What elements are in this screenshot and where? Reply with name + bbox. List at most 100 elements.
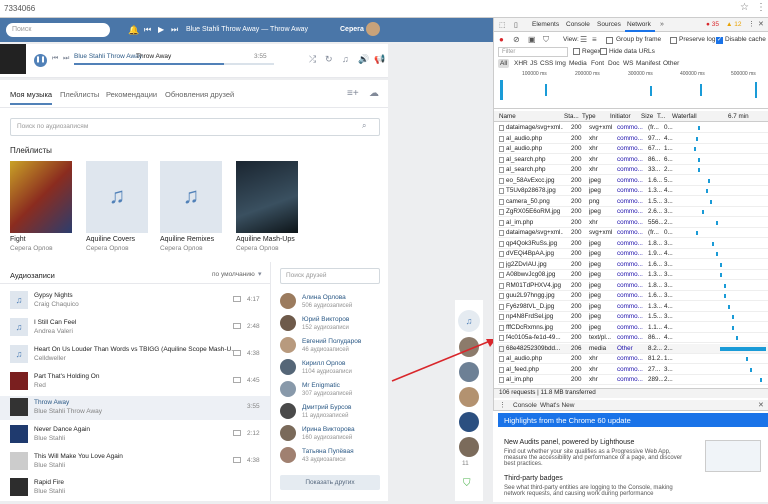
regex-checkbox[interactable] [573,48,580,55]
sort-dropdown[interactable]: по умолчанию [212,271,255,278]
network-row[interactable]: Fy6z98tVL_D.jpg 200 jpeg commo... 1.3... 4... [498,302,768,312]
type-filter-img[interactable]: Img [555,60,566,67]
type-filter-ws[interactable]: WS [623,60,633,67]
cell-init[interactable]: commo... [617,366,647,373]
friend-item[interactable]: Алина Орлова 506 аудиозаписей [280,293,385,315]
friend-item[interactable]: Кирилл Орлов 1104 аудиозаписи [280,359,385,381]
friend-item[interactable]: Евгений Полударов 46 аудиозаписей [280,337,385,359]
cell-name[interactable]: dVEQi4BpAA.jpg [506,250,563,257]
filter-icon[interactable]: ⛉ [543,35,549,45]
cell-name[interactable]: ZgRX05E6oRM.jpg [506,208,563,215]
preserve-log-checkbox[interactable] [670,37,677,44]
broadcast-icon[interactable]: 📢 [374,54,385,65]
tab-elements[interactable]: Elements [532,21,559,28]
shield-icon[interactable]: ⛉ [463,478,471,489]
track-row-playing[interactable]: Throw Away Blue Stahli Throw Away 3:55 [10,398,260,424]
lyrics-icon[interactable] [233,377,241,383]
track-artist[interactable]: Celldweller [34,355,66,362]
cell-init[interactable]: commo... [617,282,647,289]
inspect-icon[interactable]: ⬚ [499,21,506,29]
shuffle-icon[interactable]: ⤮ [309,54,316,65]
network-row[interactable]: dataimage/svg+xml... 200 svg+xml commo... (f… [498,228,768,238]
friend-name[interactable]: Дмитрий Бурсов [302,404,351,411]
cell-init[interactable]: commo... [617,208,647,215]
next-track-icon[interactable]: ⏭ [63,55,69,63]
playlist-title[interactable]: Aquiline Covers [86,236,135,243]
avatar[interactable] [366,22,380,36]
col-initiator[interactable]: Initiator [610,113,631,120]
cell-init[interactable]: commo... [617,334,647,341]
network-row[interactable]: al_im.php 200 xhr commo... 289... 2... [498,375,768,385]
network-row[interactable]: eo_58AvExcc.jpg 200 jpeg commo... 1.6... 5... [498,176,768,186]
cell-init[interactable]: commo... [617,145,647,152]
drawer-tab-console[interactable]: Console [513,402,537,409]
track-artist[interactable]: Andrea Valeri [34,328,73,335]
header-now-playing[interactable]: Blue Stahli Throw Away — Throw Away [186,26,308,33]
col-waterfall[interactable]: Waterfall [672,113,697,120]
track-artist[interactable]: Blue Stahli Throw Away [34,408,102,415]
drawer-tab-whats-new[interactable]: What's New [540,402,574,409]
network-row[interactable]: al_im.php 200 xhr commo... 556... 2... [498,218,768,228]
tab-playlists[interactable]: Плейлисты [60,90,99,99]
show-friends-button[interactable]: Показать других [280,475,380,490]
cell-name[interactable]: al_search.php [506,166,563,173]
cell-init[interactable]: commo... [617,124,647,131]
cell-init[interactable]: commo... [617,187,647,194]
type-filter-doc[interactable]: Doc [608,60,620,67]
cell-name[interactable]: al_im.php [506,376,563,383]
tab-my-music[interactable]: Моя музыка [10,90,52,99]
playlist-owner[interactable]: Серега Орлов [10,245,53,252]
lyrics-icon[interactable] [233,430,241,436]
error-count[interactable]: ● 35 [706,21,719,28]
cell-init[interactable]: commo... [617,324,647,331]
cell-name[interactable]: T5Uv8p28678.jpg [506,187,563,194]
header-play-icon[interactable]: ▶ [158,25,164,34]
track-artist[interactable]: Craig Chaquico [34,301,79,308]
cell-name[interactable]: np4N8FrdSel.jpg [506,313,563,320]
track-row[interactable]: ♫ Gypsy Nights Craig Chaquico 4:17 [10,291,260,317]
friend-name[interactable]: Татьяна Пупёвая [302,448,354,455]
capture-screenshots-icon[interactable]: ▣ [528,35,536,44]
overview-icon[interactable]: ≡ [592,35,597,44]
cell-name[interactable]: dataimage/svg+xml... [506,229,563,236]
playlist-cover-mashups[interactable] [236,161,298,233]
type-filter-other[interactable]: Other [663,60,679,67]
lyrics-icon[interactable] [233,323,241,329]
tab-recommendations[interactable]: Рекомендации [106,90,157,99]
friend-item[interactable]: Татьяна Пупёвая 43 аудиозаписи [280,447,385,469]
cell-name[interactable]: al_audio.php [506,355,563,362]
hide-data-urls-checkbox[interactable] [600,48,607,55]
network-row[interactable]: dataimage/svg+xml... 200 svg+xml commo... (f… [498,123,768,133]
playlist-title[interactable]: Aquiline Mash-Ups [236,236,295,243]
track-row[interactable]: Never Dance Again Blue Stahli 2:12 [10,425,260,451]
network-row[interactable]: T5Uv8p28678.jpg 200 jpeg commo... 1.3... 4... [498,186,768,196]
network-row[interactable]: f4c0105a-fe1d-49... 200 text/pl... commo...… [498,333,768,343]
network-row[interactable]: qp4Qok3RuSs.jpg 200 jpeg commo... 1.8... 3... [498,239,768,249]
cell-init[interactable]: commo... [617,261,647,268]
tab-console[interactable]: Console [566,21,590,28]
cell-init[interactable]: commo... [617,177,647,184]
pause-button[interactable]: ❚❚ [34,54,47,67]
col-time[interactable]: T... [657,113,665,120]
network-row[interactable]: guu2L97hngg.jpg 200 jpeg commo... 1.6... 3... [498,291,768,301]
cell-init[interactable]: commo... [617,376,647,383]
prev-track-icon[interactable]: ⏮ [52,55,58,63]
track-artist[interactable]: Blue Stahli [34,488,65,495]
friend-name[interactable]: Ирина Викторова [302,426,355,433]
cell-init[interactable]: commo... [617,135,647,142]
browser-menu-icon[interactable]: ⋮ [756,2,766,13]
type-filter-all[interactable]: All [500,60,507,67]
playlist-owner[interactable]: Серега Орлов [236,245,279,252]
tab-network[interactable]: Network [627,21,651,28]
cell-init[interactable]: commo... [617,313,647,320]
type-filter-css[interactable]: CSS [540,60,553,67]
add-playlist-icon[interactable]: ≡+ [347,88,359,99]
network-row[interactable]: al_audio.php 200 xhr commo... 97... 4... [498,134,768,144]
playlist-cover-remixes[interactable]: ♫ [160,161,222,233]
playlist-title[interactable]: Fight [10,236,26,243]
track-artist[interactable]: Red [34,382,46,389]
friend-item[interactable]: Дмитрий Бурсов 11 аудиозаписей [280,403,385,425]
cell-name[interactable]: fffCDcRxmns.jpg [506,324,563,331]
whats-new-item-title[interactable]: New Audits panel, powered by Lighthouse [504,439,634,446]
col-status[interactable]: Sta... [564,113,579,120]
